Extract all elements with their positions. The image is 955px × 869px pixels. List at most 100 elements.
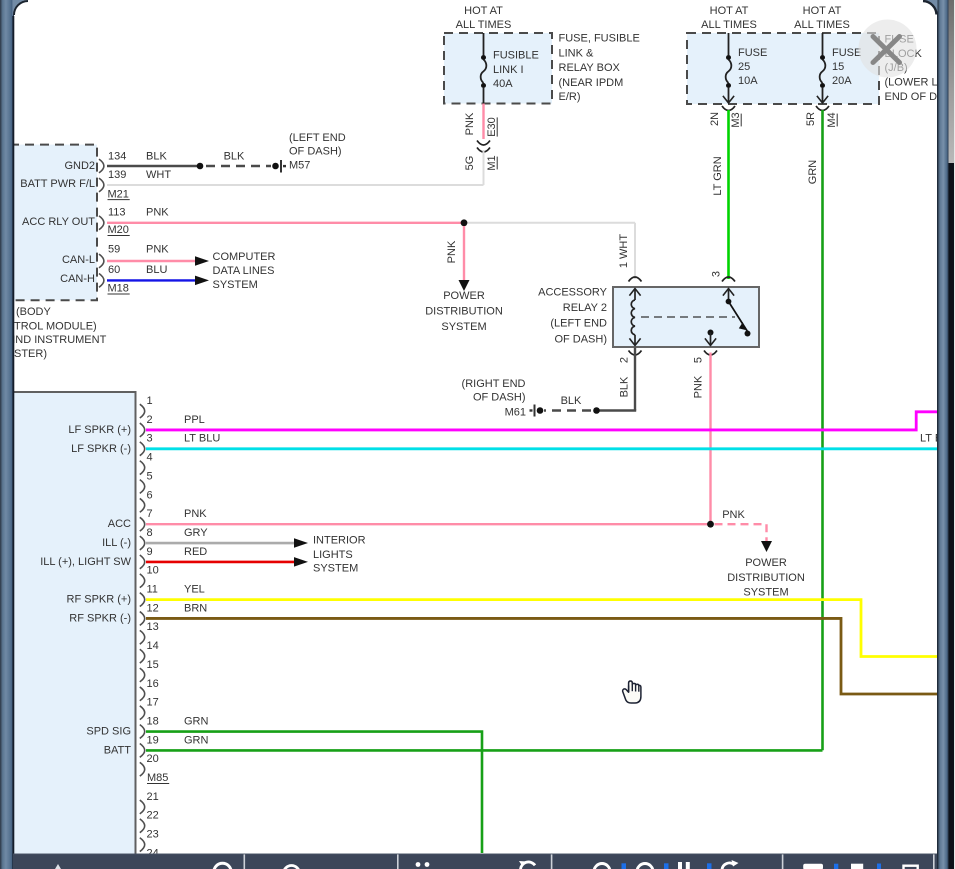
svg-text:PNK: PNK (464, 112, 476, 135)
svg-text:16: 16 (147, 678, 159, 690)
svg-text:2: 2 (147, 414, 153, 426)
svg-text:ILL (+), LIGHT SW: ILL (+), LIGHT SW (40, 556, 131, 568)
svg-text:(BODY: (BODY (16, 306, 52, 318)
svg-text:BLK: BLK (224, 150, 245, 162)
svg-text:COMPUTER: COMPUTER (213, 251, 276, 263)
svg-text:21: 21 (147, 791, 159, 803)
svg-text:PNK: PNK (146, 207, 169, 219)
svg-text:CAN-H: CAN-H (60, 273, 95, 285)
svg-text:DISTRIBUTION: DISTRIBUTION (425, 306, 503, 318)
svg-text:LT GRN: LT GRN (712, 156, 724, 195)
svg-text:SYSTEM: SYSTEM (441, 321, 486, 333)
svg-text:40A: 40A (493, 78, 513, 90)
svg-text:CAN-L: CAN-L (62, 254, 95, 266)
svg-text:(LEFT END: (LEFT END (289, 132, 346, 144)
svg-text:OF DASH): OF DASH) (473, 392, 526, 404)
svg-text:E/R): E/R) (559, 91, 581, 103)
svg-text:LINK &: LINK & (559, 47, 595, 59)
svg-text:4: 4 (147, 452, 153, 464)
svg-text:5G: 5G (464, 156, 476, 171)
svg-text:ACC RLY OUT: ACC RLY OUT (22, 216, 95, 228)
svg-text:LF SPKR (-): LF SPKR (-) (71, 443, 131, 455)
svg-text:ACC: ACC (108, 518, 131, 530)
svg-text:60: 60 (108, 264, 120, 276)
svg-text:TROL MODULE): TROL MODULE) (14, 320, 97, 332)
svg-text:RF SPKR (+): RF SPKR (+) (67, 594, 131, 606)
svg-text:FUSE: FUSE (738, 47, 767, 59)
svg-text:GRY: GRY (184, 527, 208, 539)
svg-text:M21: M21 (108, 188, 129, 200)
svg-text:1: 1 (147, 395, 153, 407)
svg-text:LT BLU: LT BLU (184, 433, 220, 445)
svg-text:IND INSTRUMENT: IND INSTRUMENT (12, 334, 106, 346)
svg-text:5: 5 (147, 470, 153, 482)
svg-text:DISTRIBUTION: DISTRIBUTION (727, 572, 805, 584)
svg-text:YEL: YEL (184, 584, 205, 596)
svg-text:RELAY BOX: RELAY BOX (559, 62, 621, 74)
svg-text:PPL: PPL (184, 414, 205, 426)
svg-text:RF SPKR (-): RF SPKR (-) (69, 612, 131, 624)
svg-text:BLK: BLK (619, 376, 631, 397)
svg-text:BLK: BLK (561, 395, 582, 407)
svg-text:M20: M20 (108, 224, 129, 236)
svg-text:PNK: PNK (693, 375, 705, 398)
svg-text:6: 6 (147, 489, 153, 501)
svg-text:HOT AT: HOT AT (710, 5, 749, 17)
svg-text:GRN: GRN (184, 734, 209, 746)
svg-text:FUSE, FUSIBLE: FUSE, FUSIBLE (559, 32, 640, 44)
svg-text:SYSTEM: SYSTEM (213, 279, 258, 291)
svg-text:HOT AT: HOT AT (803, 5, 842, 17)
svg-text:E30: E30 (486, 117, 498, 137)
svg-text:15: 15 (832, 61, 844, 73)
svg-text:OF DASH): OF DASH) (554, 334, 607, 346)
svg-text:ALL TIMES: ALL TIMES (794, 19, 850, 31)
svg-text:GRN: GRN (184, 715, 209, 727)
svg-text:134: 134 (108, 150, 126, 162)
svg-text:LINK I: LINK I (493, 64, 524, 76)
svg-text:FUSIBLE: FUSIBLE (493, 50, 539, 62)
svg-text:LIGHTS: LIGHTS (313, 549, 353, 561)
svg-text:STER): STER) (14, 348, 47, 360)
svg-text:RED: RED (184, 546, 207, 558)
svg-text:WHT: WHT (146, 169, 171, 181)
svg-text:PNK: PNK (722, 509, 745, 521)
svg-text:BLU: BLU (146, 264, 167, 276)
svg-text:FUSE: FUSE (832, 47, 861, 59)
svg-text:SYSTEM: SYSTEM (743, 587, 788, 599)
svg-text:10: 10 (147, 565, 159, 577)
svg-text:13: 13 (147, 621, 159, 633)
svg-text:M1: M1 (486, 155, 498, 170)
svg-text:20: 20 (147, 753, 159, 765)
svg-text:(NEAR IPDM: (NEAR IPDM (559, 77, 624, 89)
svg-text:5: 5 (693, 357, 705, 363)
svg-text:9: 9 (147, 546, 153, 558)
svg-text:M85: M85 (147, 772, 168, 784)
svg-text:14: 14 (147, 640, 159, 652)
svg-text:RELAY 2: RELAY 2 (563, 302, 607, 314)
svg-text:25: 25 (738, 61, 750, 73)
svg-text:3: 3 (711, 271, 723, 277)
svg-text:BLK: BLK (146, 150, 167, 162)
svg-text:POWER: POWER (443, 290, 485, 302)
svg-text:2: 2 (619, 357, 631, 363)
svg-text:15: 15 (147, 659, 159, 671)
svg-text:23: 23 (147, 829, 159, 841)
svg-text:SPD SIG: SPD SIG (86, 726, 131, 738)
svg-text:PNK: PNK (146, 244, 169, 256)
svg-text:ALL TIMES: ALL TIMES (701, 19, 757, 31)
svg-text:8: 8 (147, 527, 153, 539)
svg-text:GND2: GND2 (64, 160, 95, 172)
svg-text:M61: M61 (505, 406, 526, 418)
svg-text:GRN: GRN (807, 160, 819, 185)
svg-text:PNK: PNK (446, 240, 458, 263)
svg-text:HOT AT: HOT AT (464, 5, 503, 17)
svg-text:11: 11 (147, 584, 158, 596)
svg-text:(LEFT END: (LEFT END (550, 318, 607, 330)
svg-text:INTERIOR: INTERIOR (313, 535, 366, 547)
svg-text:2N: 2N (709, 112, 721, 126)
svg-text:3: 3 (147, 433, 153, 445)
svg-text:22: 22 (147, 810, 159, 822)
svg-text:BRN: BRN (184, 602, 207, 614)
svg-text:5R: 5R (805, 112, 817, 126)
svg-text:1 WHT: 1 WHT (618, 234, 630, 269)
